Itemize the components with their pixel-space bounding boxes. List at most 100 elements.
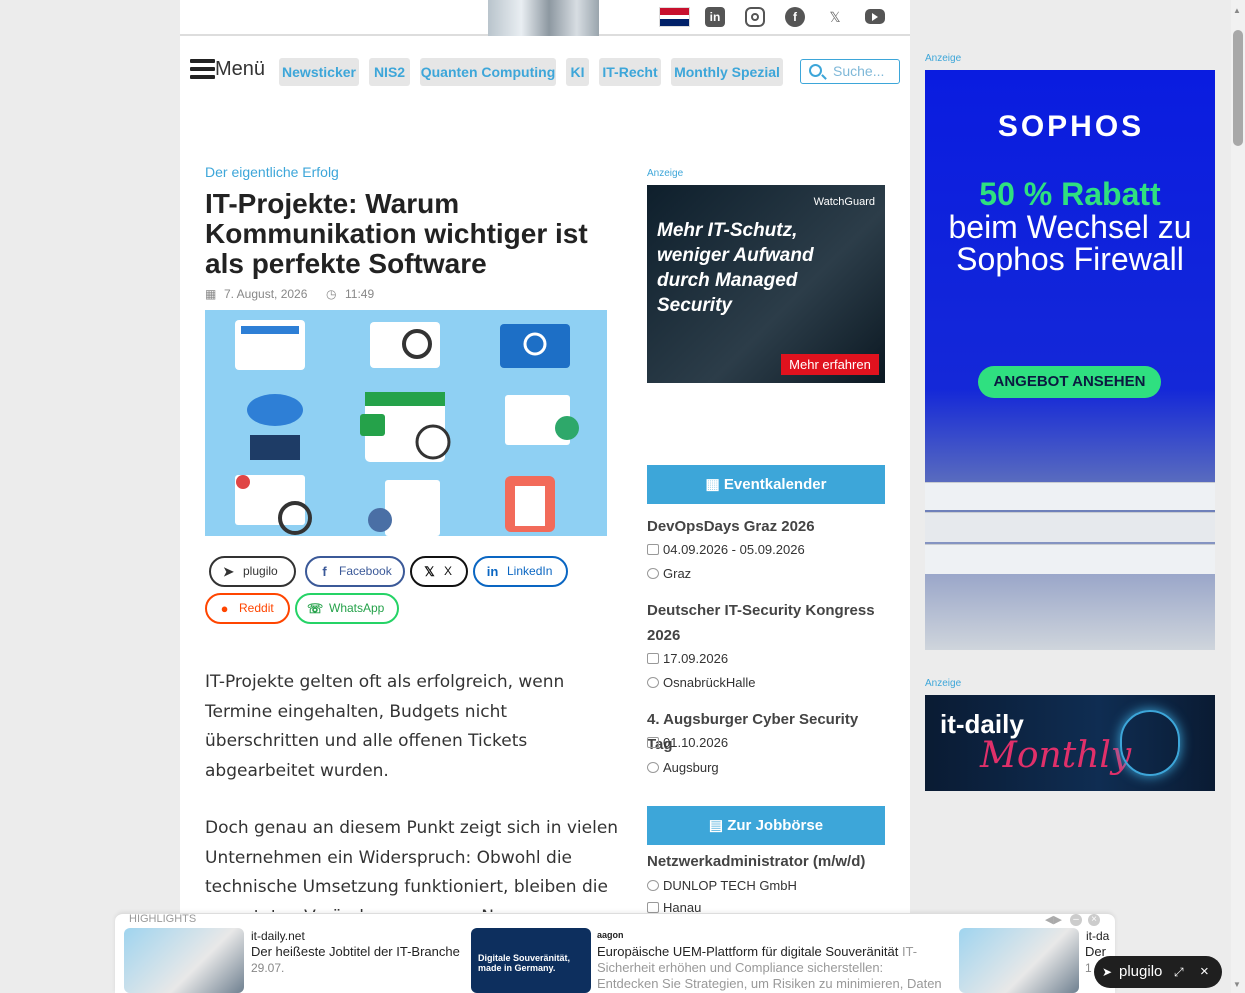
- shield-icon: [1120, 710, 1180, 776]
- x-icon: 𝕏: [424, 564, 435, 579]
- highlight-card-title[interactable]: Europäische UEM-Plattform für digitale S…: [597, 944, 927, 959]
- plugilo-widget-label: plugilo: [1119, 963, 1163, 980]
- sophos-cta-button[interactable]: ANGEBOT ANSEHEN: [978, 366, 1161, 398]
- expand-icon[interactable]: ⤢: [1174, 956, 1184, 988]
- share-whatsapp-label: WhatsApp: [329, 601, 385, 615]
- location-pin-icon: [647, 762, 659, 773]
- event-title[interactable]: Deutscher IT-Security Kongress 2026: [647, 598, 887, 648]
- article-title: IT-Projekte: Warum Kommunikation wichtig…: [205, 188, 588, 279]
- hamburger-menu-icon[interactable]: [190, 59, 215, 81]
- nav-tag-quanten-computing[interactable]: Quanten Computing: [420, 58, 556, 86]
- plugilo-icon: ➤: [223, 564, 234, 579]
- calendar-icon: [647, 737, 659, 748]
- minimize-icon[interactable]: –: [1070, 914, 1082, 926]
- highlight-card-image[interactable]: Digitale Souveränität, made in Germany.: [471, 928, 591, 993]
- x-icon[interactable]: 𝕏: [825, 7, 845, 27]
- itdaily-monthly-ad[interactable]: it-daily Monthly: [925, 695, 1215, 791]
- firewall-device-image: [925, 544, 1215, 574]
- jobboerse-button[interactable]: ▤ Zur Jobbörse: [647, 806, 885, 845]
- calendar-icon: [647, 544, 659, 555]
- watchguard-ad-text: Mehr IT-Schutz, weniger Aufwand durch Ma…: [657, 220, 814, 316]
- job-company: DUNLOP TECH GmbH: [647, 878, 797, 893]
- event-date: 04.09.2026 - 05.09.2026: [647, 542, 805, 557]
- event-place: Graz: [647, 566, 691, 581]
- nav-tag-ki[interactable]: KI: [566, 58, 589, 86]
- eventkalender-label: Eventkalender: [723, 476, 827, 493]
- highlight-card-title[interactable]: Der heißeste Jobtitel der IT-Branche: [251, 944, 460, 959]
- share-linkedin-label: LinkedIn: [507, 564, 553, 578]
- calendar-icon: [647, 653, 659, 664]
- share-facebook-button[interactable]: f Facebook: [305, 556, 405, 587]
- watchguard-cta-button[interactable]: Mehr erfahren: [781, 354, 879, 375]
- reddit-icon: ●: [220, 601, 229, 616]
- share-plugilo-label: plugilo: [243, 564, 278, 578]
- article-kicker[interactable]: Der eigentliche Erfolg: [205, 164, 339, 180]
- event-date-text: 04.09.2026 - 05.09.2026: [663, 542, 805, 557]
- location-pin-icon: [647, 677, 659, 688]
- article-time: 11:49: [345, 287, 375, 301]
- nav-tag-nis2[interactable]: NIS2: [369, 58, 410, 86]
- close-icon[interactable]: ×: [1088, 914, 1100, 926]
- event-date: 17.09.2026: [647, 651, 728, 666]
- article-paragraph: Doch genau an diesem Punkt zeigt sich in…: [205, 818, 619, 912]
- share-plugilo-button[interactable]: ➤ plugilo: [209, 556, 296, 587]
- sophos-headline: 50 % Rabatt: [979, 176, 1161, 212]
- location-pin-icon: [647, 568, 659, 579]
- plugilo-icon: ➤: [1102, 965, 1113, 979]
- event-place: Augsburg: [647, 760, 719, 775]
- clock-icon: ◷: [326, 287, 337, 301]
- carousel-prev-next-icon[interactable]: ◀▶: [1045, 913, 1062, 926]
- event-date-text: 17.09.2026: [663, 651, 729, 666]
- share-x-button[interactable]: 𝕏X: [410, 556, 468, 587]
- sophos-ad[interactable]: SOPHOS 50 % Rabatt beim Wechsel zu Sopho…: [925, 70, 1215, 650]
- nav-tag-monthly-spezial[interactable]: Monthly Spezial: [671, 58, 783, 86]
- watchguard-ad[interactable]: WatchGuard Mehr IT-Schutz, weniger Aufwa…: [647, 185, 885, 383]
- event-title[interactable]: DevOpsDays Graz 2026: [647, 514, 887, 539]
- building-icon: ▤: [708, 817, 728, 834]
- nav-tag-it-recht[interactable]: IT-Recht: [599, 58, 661, 86]
- highlight-card-image[interactable]: [124, 928, 244, 993]
- jobboerse-label: Zur Jobbörse: [727, 817, 824, 834]
- facebook-icon: f: [322, 564, 327, 579]
- event-date: 01.10.2026: [647, 735, 728, 750]
- plugilo-widget[interactable]: ➤ plugilo ⤢ ×: [1094, 956, 1222, 988]
- highlight-card-image[interactable]: [959, 928, 1079, 993]
- menu-label[interactable]: Menü: [215, 58, 265, 81]
- article-hero-image: [205, 310, 607, 536]
- firewall-device-image: [925, 482, 1215, 510]
- job-company-text: DUNLOP TECH GmbH: [663, 878, 797, 893]
- article-paragraph: IT-Projekte gelten oft als erfolgreich, …: [205, 672, 565, 781]
- share-reddit-button[interactable]: ● Reddit: [205, 593, 290, 624]
- share-linkedin-button[interactable]: in LinkedIn: [473, 556, 568, 587]
- scrollbar-track[interactable]: [1231, 0, 1245, 993]
- close-icon[interactable]: ×: [1200, 956, 1209, 988]
- uk-flag-icon[interactable]: [659, 7, 690, 27]
- instagram-icon[interactable]: [745, 7, 765, 27]
- scrollbar-thumb[interactable]: [1233, 30, 1243, 146]
- linkedin-icon[interactable]: in: [705, 7, 725, 27]
- event-date-text: 01.10.2026: [663, 735, 729, 750]
- youtube-icon[interactable]: [865, 9, 885, 24]
- whatsapp-icon: ☏: [307, 601, 324, 616]
- share-reddit-label: Reddit: [239, 601, 274, 615]
- watchguard-logo: WatchGuard: [813, 196, 875, 208]
- search-input[interactable]: Suche...: [800, 59, 900, 84]
- highlight-card-brand: aagon: [597, 930, 624, 940]
- top-banner-image[interactable]: [488, 0, 599, 36]
- calendar-icon: ▦: [705, 476, 724, 493]
- highlight-card-tag: IT-: [901, 944, 918, 959]
- scroll-up-icon[interactable]: ▲: [1233, 6, 1241, 15]
- eventkalender-button[interactable]: ▦ Eventkalender: [647, 465, 885, 504]
- firewall-device-image: [925, 512, 1215, 542]
- share-whatsapp-button[interactable]: ☏ WhatsApp: [295, 593, 399, 624]
- facebook-icon[interactable]: f: [785, 7, 805, 27]
- scroll-down-icon[interactable]: ▼: [1233, 980, 1241, 989]
- user-icon: [647, 880, 659, 891]
- share-x-label: X: [444, 564, 453, 578]
- itdaily-monthly-script: Monthly: [980, 735, 1132, 776]
- nav-tag-newsticker[interactable]: Newsticker: [279, 58, 359, 86]
- linkedin-icon: in: [486, 564, 499, 579]
- event-place: OsnabrückHalle: [647, 675, 756, 690]
- highlight-card-title-text: Europäische UEM-Plattform für digitale S…: [597, 944, 899, 959]
- job-title[interactable]: Netzwerkadministrator (m/w/d): [647, 849, 887, 874]
